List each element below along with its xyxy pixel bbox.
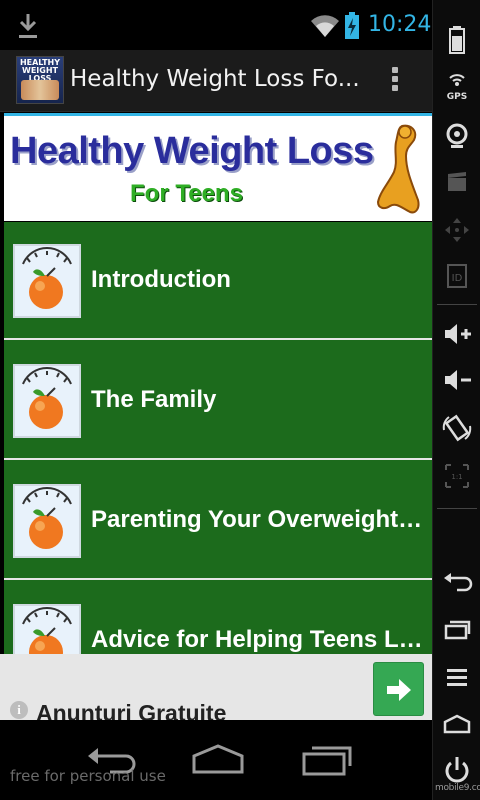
banner-subtitle: For Teens (130, 180, 243, 207)
panel-separator (437, 304, 477, 305)
emulator-menu-icon[interactable] (439, 660, 475, 696)
scale-apple-icon (13, 604, 81, 654)
battery-charging-icon (345, 12, 359, 39)
brand-watermark: mobile9.com (435, 783, 480, 793)
ad-text[interactable]: Anunturi Gratuite (36, 700, 226, 720)
stretching-figure-icon (376, 124, 420, 214)
list-item[interactable]: Introduction (4, 222, 432, 340)
volume-up-icon[interactable] (439, 316, 475, 352)
watermark-text: free for personal use (10, 767, 166, 785)
download-icon (19, 14, 37, 38)
emulator-home-icon[interactable] (439, 706, 475, 742)
status-bar: 10:24 (0, 0, 432, 50)
recent-apps-icon[interactable] (298, 738, 358, 778)
list-item-label: Parenting Your Overweight T... (91, 506, 425, 533)
camera-icon[interactable] (439, 118, 475, 154)
scale-apple-icon (13, 364, 81, 438)
svg-text:1:1: 1:1 (451, 473, 462, 481)
rotate-icon[interactable] (439, 410, 475, 446)
scale-dial (22, 247, 72, 265)
scale-apple-icon (13, 484, 81, 558)
emulator-side-panel: GPS ID 1:1 mobile9.co (432, 0, 480, 800)
list-item[interactable]: Parenting Your Overweight T... (4, 462, 432, 580)
list-item[interactable]: Advice for Helping Teens Los... (4, 582, 432, 654)
logo-figures (21, 80, 59, 100)
app-title: Healthy Weight Loss Fo... (70, 66, 360, 92)
emulator-recent-apps-icon[interactable] (439, 612, 475, 648)
header-banner: Healthy Weight Loss For Teens (4, 113, 432, 221)
arrow-right-icon (387, 679, 411, 701)
list-item-label: The Family (91, 386, 217, 413)
device-id-icon[interactable]: ID (439, 258, 475, 294)
topic-list: Introduction The Family Parenting Your O… (4, 222, 432, 654)
dpad-icon[interactable] (439, 212, 475, 248)
video-clapper-icon[interactable] (439, 164, 475, 200)
overflow-menu-icon[interactable] (388, 64, 402, 96)
panel-separator (437, 508, 477, 509)
list-item[interactable]: The Family (4, 342, 432, 460)
volume-down-icon[interactable] (439, 362, 475, 398)
list-item-label: Introduction (91, 266, 231, 293)
navigation-bar: free for personal use (0, 720, 432, 800)
emulator-back-icon[interactable] (439, 564, 475, 600)
action-bar: HEALTHY WEIGHT LOSS Healthy Weight Loss … (0, 50, 432, 112)
list-item-label: Advice for Helping Teens Los... (91, 626, 425, 653)
gps-label: GPS (447, 92, 467, 102)
battery-icon[interactable] (439, 22, 475, 58)
app-logo-icon[interactable]: HEALTHY WEIGHT LOSS (16, 56, 64, 104)
scale-apple-icon (13, 244, 81, 318)
ad-banner[interactable]: i Anunturi Gratuite (0, 654, 432, 720)
status-clock: 10:24 (368, 12, 432, 37)
banner-title: Healthy Weight Loss (10, 130, 374, 172)
scale-icon[interactable]: 1:1 (439, 458, 475, 494)
ad-arrow-button[interactable] (373, 662, 424, 716)
ad-info-icon[interactable]: i (10, 701, 28, 719)
wifi-icon (311, 15, 339, 38)
gps-icon[interactable]: GPS (439, 68, 475, 104)
home-icon[interactable] (188, 738, 248, 778)
device-id-label: ID (452, 273, 463, 284)
